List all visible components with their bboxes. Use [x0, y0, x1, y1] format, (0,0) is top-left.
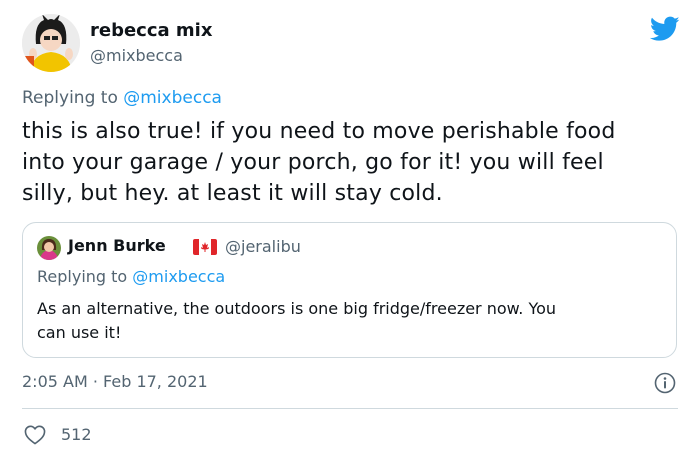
- quoted-reply-mention-link[interactable]: @mixbecca: [132, 267, 225, 286]
- author-name[interactable]: rebecca mix: [90, 20, 212, 41]
- tweet-text: this is also true! if you need to move p…: [22, 116, 682, 209]
- reply-context: Replying to @mixbecca: [22, 88, 222, 108]
- quoted-text-line: can use it!: [37, 323, 122, 342]
- quoted-reply-context: Replying to @mixbecca: [37, 267, 225, 286]
- quoted-text-line: As an alternative, the outdoors is one b…: [37, 299, 557, 318]
- reply-prefix: Replying to: [22, 88, 118, 108]
- canada-flag-icon: [193, 239, 217, 255]
- author-handle[interactable]: @mixbecca: [90, 46, 183, 65]
- like-count: 512: [61, 425, 92, 444]
- quoted-tweet-text: As an alternative, the outdoors is one b…: [37, 297, 662, 345]
- reply-mention-link[interactable]: @mixbecca: [123, 88, 222, 108]
- tweet-text-line: this is also true! if you need to move p…: [22, 119, 616, 144]
- tweet-timestamp[interactable]: 2:05 AM · Feb 17, 2021: [22, 372, 208, 391]
- divider: [22, 408, 678, 409]
- quoted-author-avatar[interactable]: [37, 236, 61, 260]
- quoted-author-handle[interactable]: @jeralibu: [225, 237, 301, 256]
- quoted-reply-prefix: Replying to: [37, 267, 128, 286]
- tweet-text-line: silly, but hey. at least it will stay co…: [22, 181, 443, 206]
- tweet-text-line: into your garage / your porch, go for it…: [22, 150, 604, 175]
- quoted-author-name[interactable]: Jenn Burke: [68, 236, 166, 255]
- twitter-bird-icon[interactable]: [649, 16, 680, 42]
- author-avatar[interactable]: [22, 14, 80, 72]
- quoted-tweet-card[interactable]: Jenn Burke @jeralibu Replying to @mixbec…: [22, 222, 677, 358]
- heart-icon[interactable]: [24, 425, 46, 445]
- info-icon[interactable]: [654, 372, 676, 394]
